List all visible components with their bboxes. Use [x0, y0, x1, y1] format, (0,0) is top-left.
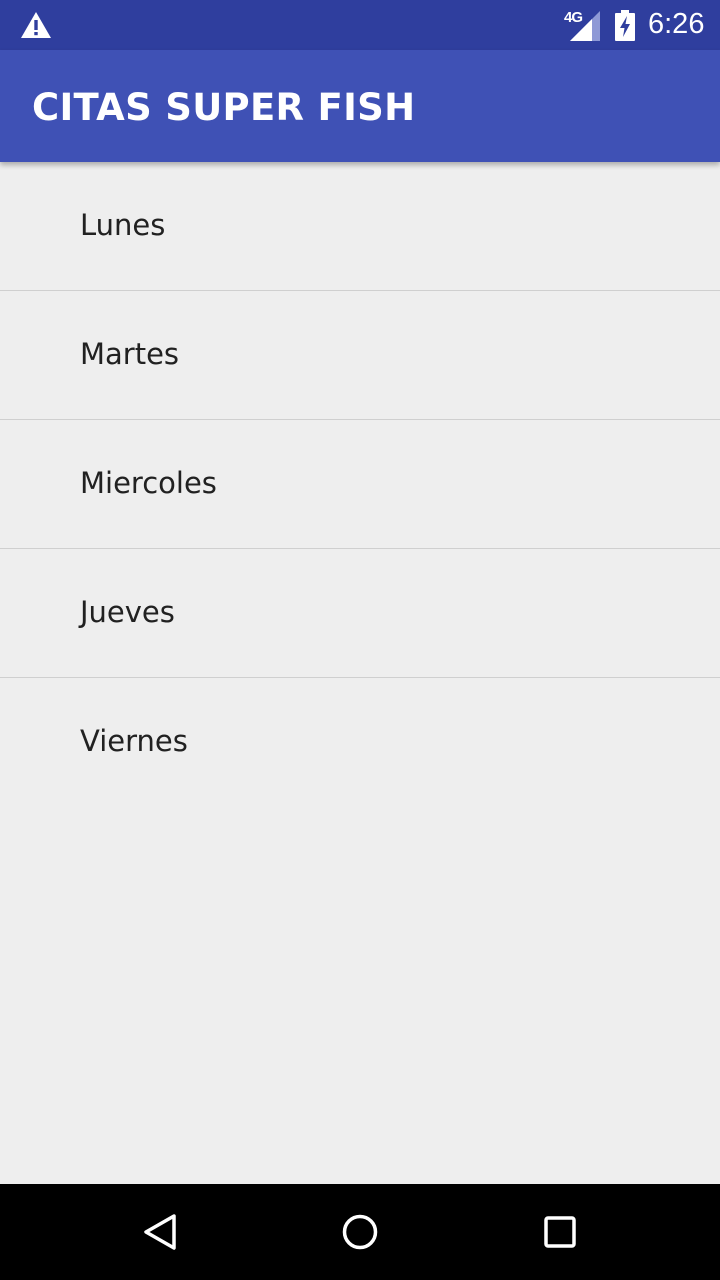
app-title: CITAS SUPER FISH — [32, 86, 416, 129]
network-type-label: 4G — [564, 9, 583, 26]
list-item-label: Viernes — [80, 724, 188, 758]
list-item-viernes[interactable]: Viernes — [0, 678, 720, 807]
network-indicator: 4G — [562, 9, 602, 41]
back-icon[interactable] — [136, 1208, 184, 1256]
warning-icon — [21, 12, 51, 38]
list-item-label: Lunes — [80, 208, 166, 242]
recent-apps-icon[interactable] — [536, 1208, 584, 1256]
list-item-label: Martes — [80, 337, 180, 371]
day-list: Lunes Martes Miercoles Jueves Viernes — [0, 162, 720, 807]
list-item-miercoles[interactable]: Miercoles — [0, 420, 720, 549]
status-bar: 4G 6:26 — [0, 0, 720, 50]
battery-charging-icon — [615, 10, 635, 41]
list-item-martes[interactable]: Martes — [0, 291, 720, 420]
app-bar: CITAS SUPER FISH — [0, 50, 720, 162]
list-item-label: Miercoles — [80, 466, 217, 500]
list-item-jueves[interactable]: Jueves — [0, 549, 720, 678]
list-item-label: Jueves — [80, 595, 175, 629]
navigation-bar — [0, 1184, 720, 1280]
list-item-lunes[interactable]: Lunes — [0, 162, 720, 291]
home-icon[interactable] — [336, 1208, 384, 1256]
status-clock: 6:26 — [648, 8, 705, 40]
